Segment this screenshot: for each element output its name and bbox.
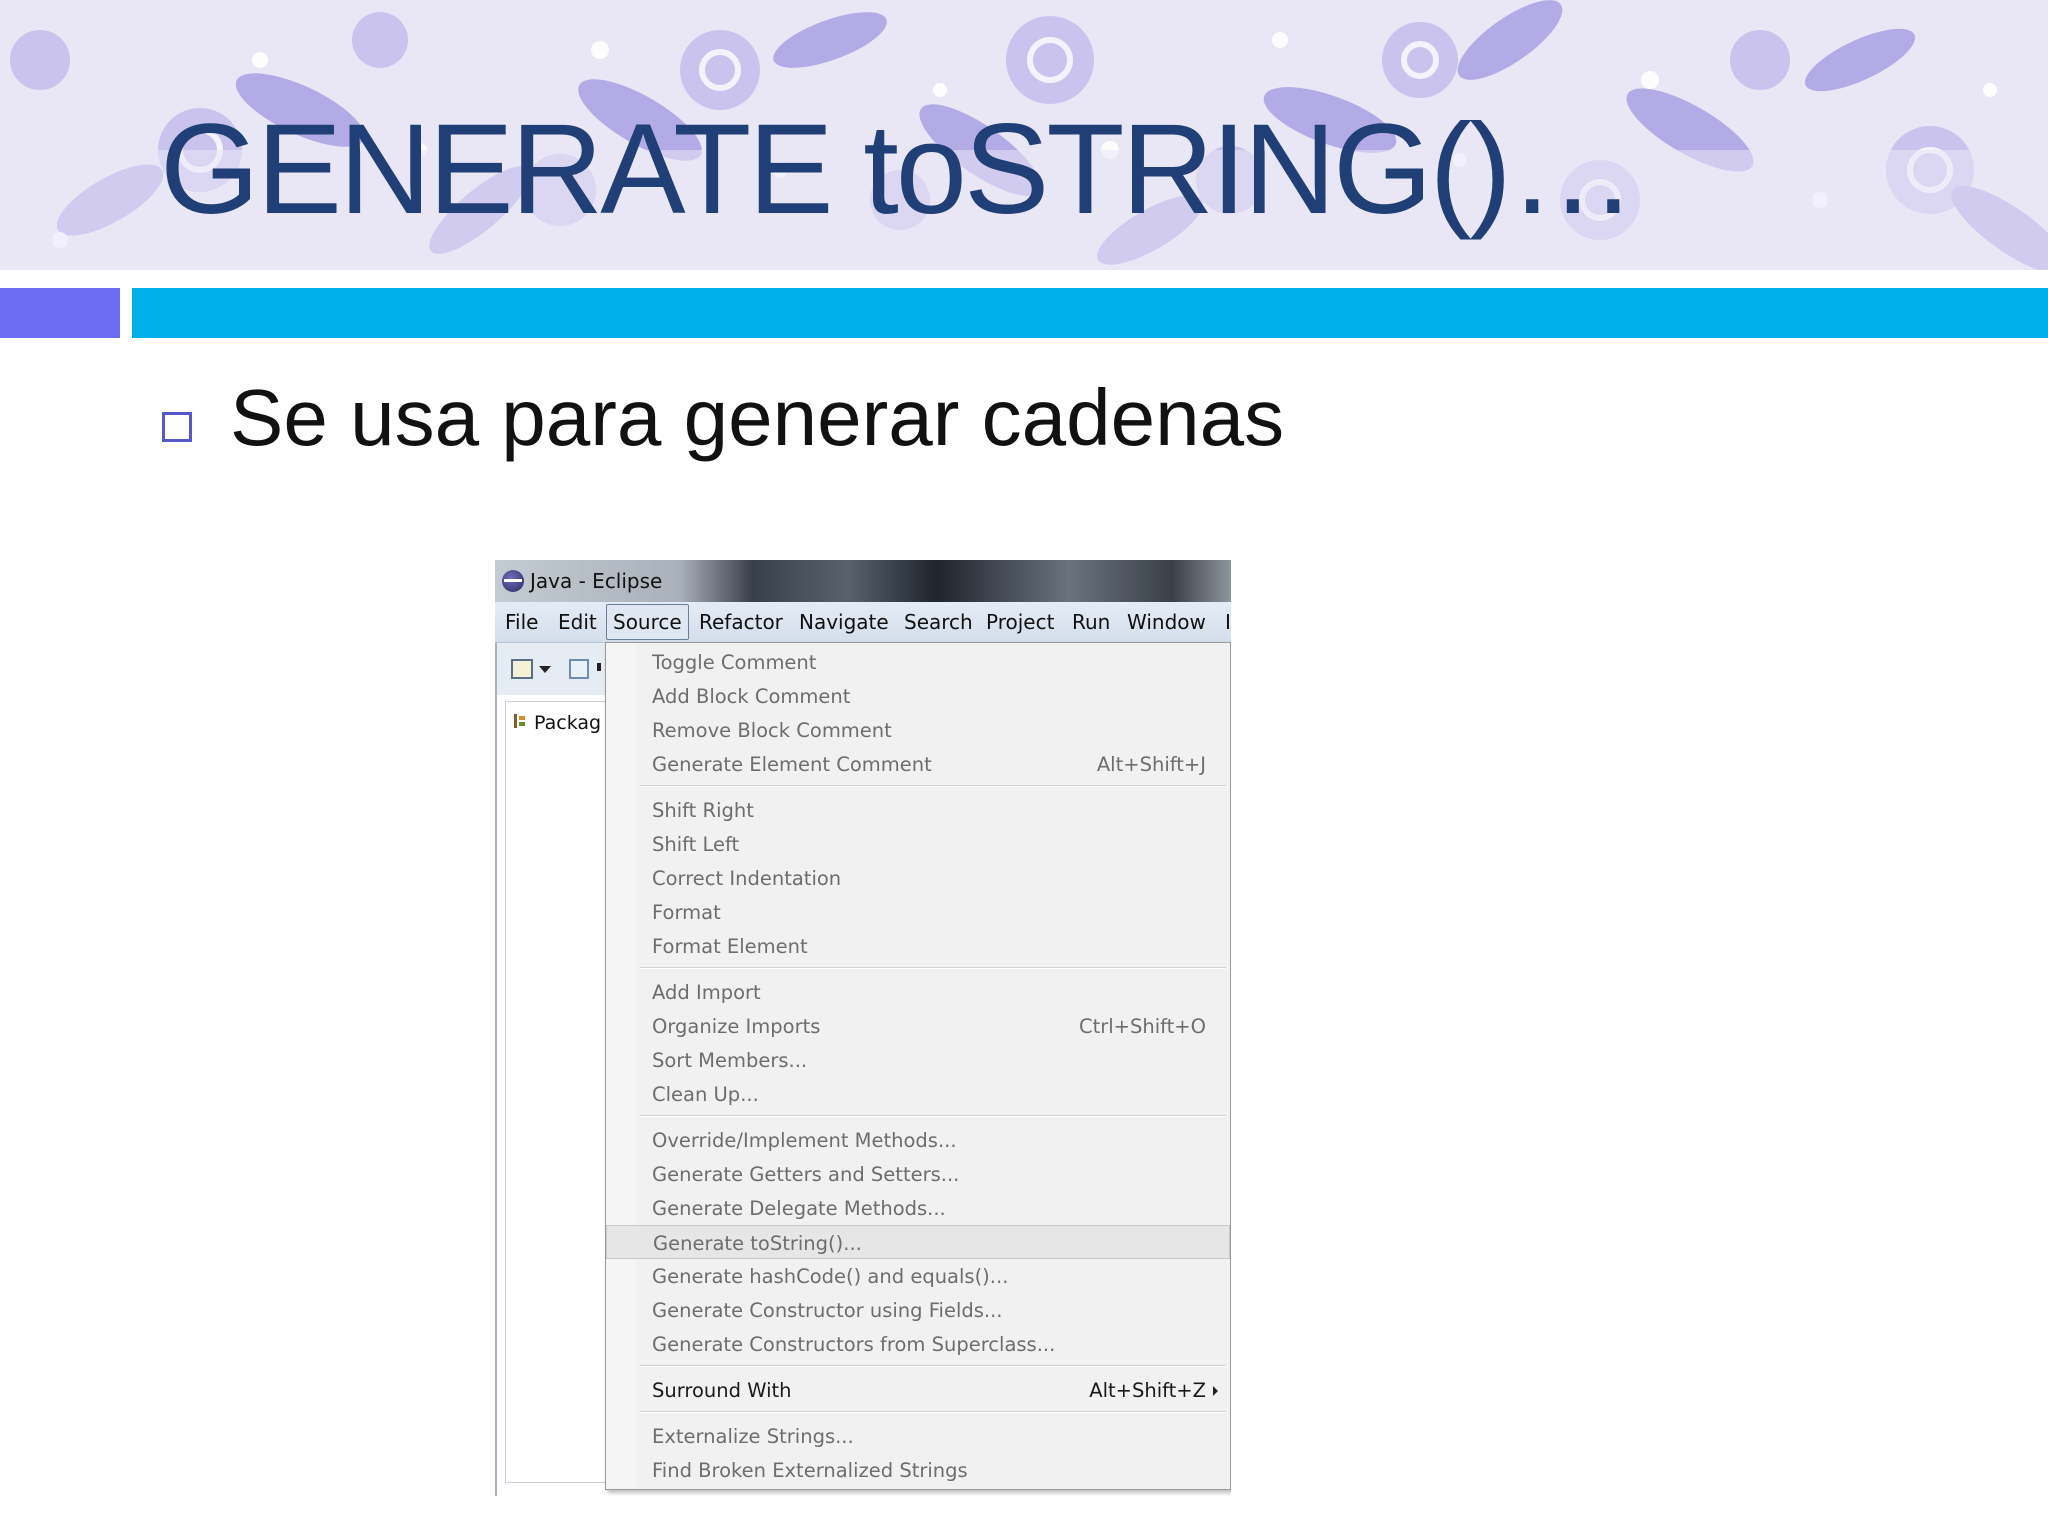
menu-item-clean-up[interactable]: Clean Up... [606, 1077, 1230, 1111]
menu-item-surround-with[interactable]: Surround With Alt+Shift+Z [606, 1373, 1230, 1407]
package-explorer-tab[interactable]: Packag [534, 712, 601, 734]
toolbar-separator [597, 663, 601, 671]
menu-item-shortcut: Ctrl+Shift+O [1078, 1015, 1206, 1038]
menu-item-label: Correct Indentation [652, 867, 842, 890]
new-wizard-icon[interactable] [511, 659, 533, 679]
menu-item-label: Remove Block Comment [652, 719, 892, 742]
menu-item-label: Organize Imports [652, 1015, 821, 1038]
menu-item-format[interactable]: Format [606, 895, 1230, 929]
menu-item-label: Toggle Comment [652, 651, 817, 674]
menu-window[interactable]: Window [1127, 610, 1206, 634]
menu-item-label: Generate Element Comment [652, 753, 932, 776]
main-toolbar [497, 643, 607, 695]
menu-item-label: Generate Constructors from Superclass... [652, 1333, 1056, 1356]
menu-item-label: Generate Getters and Setters... [652, 1163, 960, 1186]
menu-item-constructors-superclass[interactable]: Generate Constructors from Superclass... [606, 1327, 1230, 1361]
window-titlebar: Java - Eclipse [495, 560, 1231, 602]
menu-item-label: Format Element [652, 935, 808, 958]
workbench-left: Packag [495, 643, 608, 1496]
dropdown-arrow-icon[interactable] [539, 666, 551, 673]
menu-navigate[interactable]: Navigate [799, 610, 889, 634]
menu-run[interactable]: Run [1072, 610, 1110, 634]
accent-bar [132, 288, 2048, 338]
menu-separator [640, 785, 1226, 787]
menu-item-generate-tostring[interactable]: Generate toString()... [606, 1225, 1230, 1259]
menu-source[interactable]: Source [606, 604, 689, 640]
eclipse-screenshot: Java - Eclipse File Edit Source Refactor… [495, 560, 1231, 1496]
menu-item-label: Generate hashCode() and equals()... [652, 1265, 1009, 1288]
menu-item-shortcut: Alt+Shift+J [1096, 753, 1206, 776]
menu-project[interactable]: Project [986, 610, 1054, 634]
menu-item-label: Shift Right [652, 799, 754, 822]
eclipse-logo-icon [502, 570, 524, 592]
menu-item-label: Add Import [652, 981, 761, 1004]
menu-item-organize-imports[interactable]: Organize Imports Ctrl+Shift+O [606, 1009, 1230, 1043]
menu-item-format-element[interactable]: Format Element [606, 929, 1230, 963]
menu-item-shift-right[interactable]: Shift Right [606, 793, 1230, 827]
menu-item-getters-setters[interactable]: Generate Getters and Setters... [606, 1157, 1230, 1191]
menu-item-generate-element-comment[interactable]: Generate Element Comment Alt+Shift+J [606, 747, 1230, 781]
menubar: File Edit Source Refactor Navigate Searc… [495, 602, 1231, 643]
slide-title: GENERATE toSTRING()… [160, 98, 1637, 241]
bullet-square-icon [162, 412, 192, 442]
menu-separator [640, 1411, 1226, 1413]
menu-item-shift-left[interactable]: Shift Left [606, 827, 1230, 861]
menu-item-delegate-methods[interactable]: Generate Delegate Methods... [606, 1191, 1230, 1225]
menu-item-add-import[interactable]: Add Import [606, 975, 1230, 1009]
new-package-icon[interactable] [569, 659, 589, 679]
menu-item-label: Surround With [652, 1379, 792, 1402]
menu-item-label: Format [652, 901, 721, 924]
menu-item-label: Override/Implement Methods... [652, 1129, 957, 1152]
menu-item-hashcode-equals[interactable]: Generate hashCode() and equals()... [606, 1259, 1230, 1293]
bullet-text: Se usa para generar cadenas [230, 373, 1285, 462]
menu-item-label: Generate toString()... [653, 1232, 862, 1255]
menu-item-label: Externalize Strings... [652, 1425, 854, 1448]
menu-item-externalize-strings[interactable]: Externalize Strings... [606, 1419, 1230, 1453]
menu-separator [640, 1365, 1226, 1367]
accent-block [0, 288, 120, 338]
menu-item-shortcut: Alt+Shift+Z [1089, 1379, 1206, 1402]
menu-item-label: Generate Constructor using Fields... [652, 1299, 1003, 1322]
menu-item-toggle-comment[interactable]: Toggle Comment [606, 645, 1230, 679]
menu-item-constructor-fields[interactable]: Generate Constructor using Fields... [606, 1293, 1230, 1327]
menu-item-label: Shift Left [652, 833, 740, 856]
menu-help-cut[interactable]: I [1225, 610, 1231, 634]
menu-item-override-implement[interactable]: Override/Implement Methods... [606, 1123, 1230, 1157]
source-menu-dropdown: Toggle Comment Add Block Comment Remove … [605, 642, 1231, 1490]
package-explorer-icon [514, 714, 529, 728]
menu-separator [640, 967, 1226, 969]
menu-item-correct-indentation[interactable]: Correct Indentation [606, 861, 1230, 895]
menu-item-sort-members[interactable]: Sort Members... [606, 1043, 1230, 1077]
menu-edit[interactable]: Edit [558, 610, 597, 634]
menu-item-label: Add Block Comment [652, 685, 851, 708]
menu-separator [640, 1115, 1226, 1117]
menu-item-remove-block-comment[interactable]: Remove Block Comment [606, 713, 1230, 747]
menu-refactor[interactable]: Refactor [699, 610, 783, 634]
menu-item-label: Sort Members... [652, 1049, 808, 1072]
menu-item-label: Generate Delegate Methods... [652, 1197, 946, 1220]
window-title: Java - Eclipse [530, 569, 663, 593]
menu-item-label: Find Broken Externalized Strings [652, 1459, 968, 1482]
submenu-arrow-icon [1213, 1386, 1218, 1396]
menu-item-find-broken-externalized[interactable]: Find Broken Externalized Strings [606, 1453, 1230, 1487]
menu-item-add-block-comment[interactable]: Add Block Comment [606, 679, 1230, 713]
menu-search[interactable]: Search [904, 610, 973, 634]
menu-item-label: Clean Up... [652, 1083, 759, 1106]
package-explorer-view: Packag [505, 701, 608, 1483]
menu-file[interactable]: File [505, 610, 538, 634]
